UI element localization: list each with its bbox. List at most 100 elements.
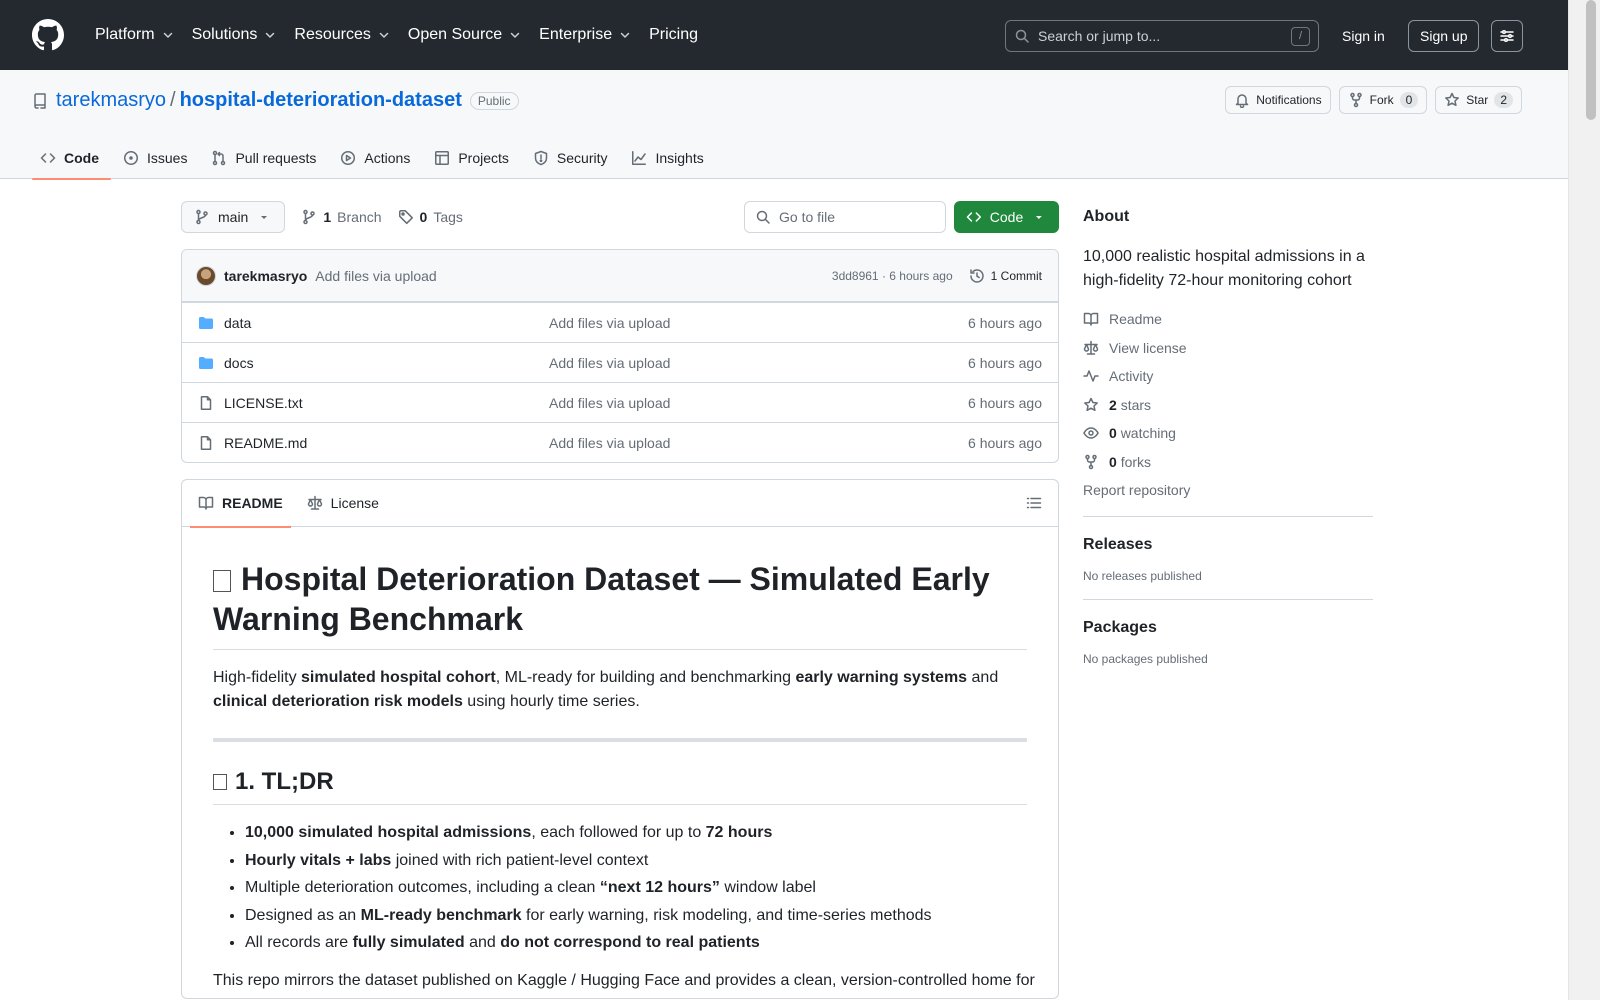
file-row-license[interactable]: LICENSE.txt Add files via upload 6 hours… xyxy=(182,382,1058,422)
tab-pull-requests[interactable]: Pull requests xyxy=(203,136,328,179)
tab-code[interactable]: Code xyxy=(32,136,111,180)
commit-hash-time[interactable]: 3dd8961 · 6 hours ago xyxy=(832,269,953,283)
caret-down-icon xyxy=(1036,216,1043,219)
repo-icon xyxy=(34,92,46,109)
nav-label: Pricing xyxy=(649,26,698,43)
nav-open-source[interactable]: Open Source xyxy=(399,19,530,51)
tab-insights[interactable]: Insights xyxy=(623,136,715,179)
nav-platform[interactable]: Platform xyxy=(86,19,183,51)
file-name[interactable]: README.md xyxy=(224,435,549,451)
watching-link[interactable]: 0 watching xyxy=(1083,419,1373,448)
tab-readme[interactable]: README xyxy=(190,480,291,528)
repo-owner-link[interactable]: tarekmasryo xyxy=(56,89,166,112)
stars-label: stars xyxy=(1120,396,1152,413)
list-bold: do not correspond to real patients xyxy=(500,934,760,951)
file-icon xyxy=(200,435,212,450)
go-to-file-input[interactable]: Go to file xyxy=(744,201,946,233)
page-scrollbar[interactable] xyxy=(1568,0,1600,1000)
branch-count-label: Branch xyxy=(337,209,382,225)
global-search-input[interactable]: Search or jump to... / xyxy=(1005,20,1319,52)
stars-count-text: 2 stars xyxy=(1109,397,1151,413)
list-bold: 72 hours xyxy=(705,824,773,841)
intro-bold: early warning systems xyxy=(795,669,968,686)
intro-bold: simulated hospital cohort xyxy=(301,669,496,686)
commit-author-link[interactable]: tarekmasryo xyxy=(224,268,307,284)
packages-heading[interactable]: Packages xyxy=(1083,612,1373,644)
bell-icon xyxy=(1235,94,1249,108)
history-icon xyxy=(969,268,984,283)
list-item: All records are fully simulated and do n… xyxy=(245,931,1027,955)
section-heading-text: 1. TL;DR xyxy=(235,768,334,795)
tab-label: Issues xyxy=(147,149,188,166)
sign-up-button[interactable]: Sign up xyxy=(1408,20,1480,52)
star-button[interactable]: Star 2 xyxy=(1435,86,1522,114)
file-name[interactable]: docs xyxy=(224,355,549,371)
nav-enterprise[interactable]: Enterprise xyxy=(530,19,640,51)
list-text: and xyxy=(464,934,501,951)
tab-actions[interactable]: Actions xyxy=(332,136,422,179)
emoji-placeholder-icon xyxy=(213,774,227,790)
file-row-docs[interactable]: docs Add files via upload 6 hours ago xyxy=(182,342,1058,382)
list-item: Multiple deterioration outcomes, includi… xyxy=(245,876,1027,900)
file-row-readme[interactable]: README.md Add files via upload 6 hours a… xyxy=(182,422,1058,462)
stars-link[interactable]: 2 stars xyxy=(1083,391,1373,420)
settings-menu-button[interactable] xyxy=(1491,20,1523,52)
folder-icon xyxy=(199,316,213,329)
search-shortcut-key: / xyxy=(1291,26,1310,46)
file-commit-message[interactable]: Add files via upload xyxy=(549,435,670,451)
star-icon xyxy=(1084,397,1098,411)
star-count: 2 xyxy=(1494,92,1513,108)
stars-count: 2 xyxy=(1109,396,1117,413)
intro-text: and xyxy=(967,669,999,686)
tab-license[interactable]: License xyxy=(299,480,387,527)
file-name[interactable]: LICENSE.txt xyxy=(224,395,549,411)
branch-selector[interactable]: main xyxy=(181,201,286,233)
file-commit-message[interactable]: Add files via upload xyxy=(549,355,670,371)
visibility-badge: Public xyxy=(469,91,519,110)
tab-label: Code xyxy=(64,149,99,166)
list-bold: “next 12 hours” xyxy=(599,879,720,896)
global-nav: Platform Solutions Resources Open Source… xyxy=(86,19,707,51)
readme-link[interactable]: Readme xyxy=(1083,305,1373,334)
sign-in-link[interactable]: Sign in xyxy=(1330,20,1397,52)
file-commit-message[interactable]: Add files via upload xyxy=(549,315,670,331)
tab-security[interactable]: Security xyxy=(525,136,620,179)
branches-link[interactable]: 1 Branch xyxy=(301,209,382,225)
fork-button[interactable]: Fork 0 xyxy=(1338,86,1428,114)
notifications-button[interactable]: Notifications xyxy=(1225,86,1331,114)
file-time: 6 hours ago xyxy=(968,434,1042,451)
watching-count: 0 xyxy=(1109,425,1117,442)
list-bold: 10,000 simulated hospital admissions xyxy=(245,824,532,841)
nav-pricing[interactable]: Pricing xyxy=(640,19,707,51)
repo-name-link[interactable]: hospital-deterioration-dataset xyxy=(180,89,462,112)
commit-message-link[interactable]: Add files via upload xyxy=(315,268,436,284)
report-repository-link[interactable]: Report repository xyxy=(1083,476,1373,504)
list-item: Designed as an ML-ready benchmark for ea… xyxy=(245,904,1027,928)
file-row-data[interactable]: data Add files via upload 6 hours ago xyxy=(182,302,1058,342)
folder-icon xyxy=(199,356,213,369)
github-logo-icon[interactable] xyxy=(32,19,64,51)
code-dropdown-button[interactable]: Code xyxy=(954,201,1059,233)
list-outline-icon[interactable] xyxy=(1026,495,1042,511)
tab-projects[interactable]: Projects xyxy=(426,136,521,179)
tldr-list: 10,000 simulated hospital admissions, ea… xyxy=(213,821,1027,955)
list-text: , each followed for up to xyxy=(531,824,706,841)
tab-issues[interactable]: Issues xyxy=(115,136,199,179)
tag-count: 0 xyxy=(419,209,428,225)
avatar[interactable] xyxy=(196,265,216,286)
commit-history-link[interactable]: 1 Commit xyxy=(969,268,1042,284)
activity-link[interactable]: Activity xyxy=(1083,362,1373,391)
caret-down-icon xyxy=(261,216,268,219)
nav-solutions[interactable]: Solutions xyxy=(183,19,286,51)
nav-resources[interactable]: Resources xyxy=(285,19,398,51)
license-link[interactable]: View license xyxy=(1083,334,1373,363)
tags-link[interactable]: 0 Tags xyxy=(398,209,463,225)
list-text: Multiple deterioration outcomes, includi… xyxy=(245,879,600,896)
forks-link[interactable]: 0 forks xyxy=(1083,448,1373,477)
file-commit-message[interactable]: Add files via upload xyxy=(549,395,670,411)
file-name[interactable]: data xyxy=(224,315,549,331)
repo-header: tarekmasryo / hospital-deterioration-dat… xyxy=(0,70,1568,180)
releases-heading[interactable]: Releases xyxy=(1083,529,1373,561)
chevron-down-icon xyxy=(620,32,630,38)
scrollbar-thumb[interactable] xyxy=(1586,0,1596,120)
